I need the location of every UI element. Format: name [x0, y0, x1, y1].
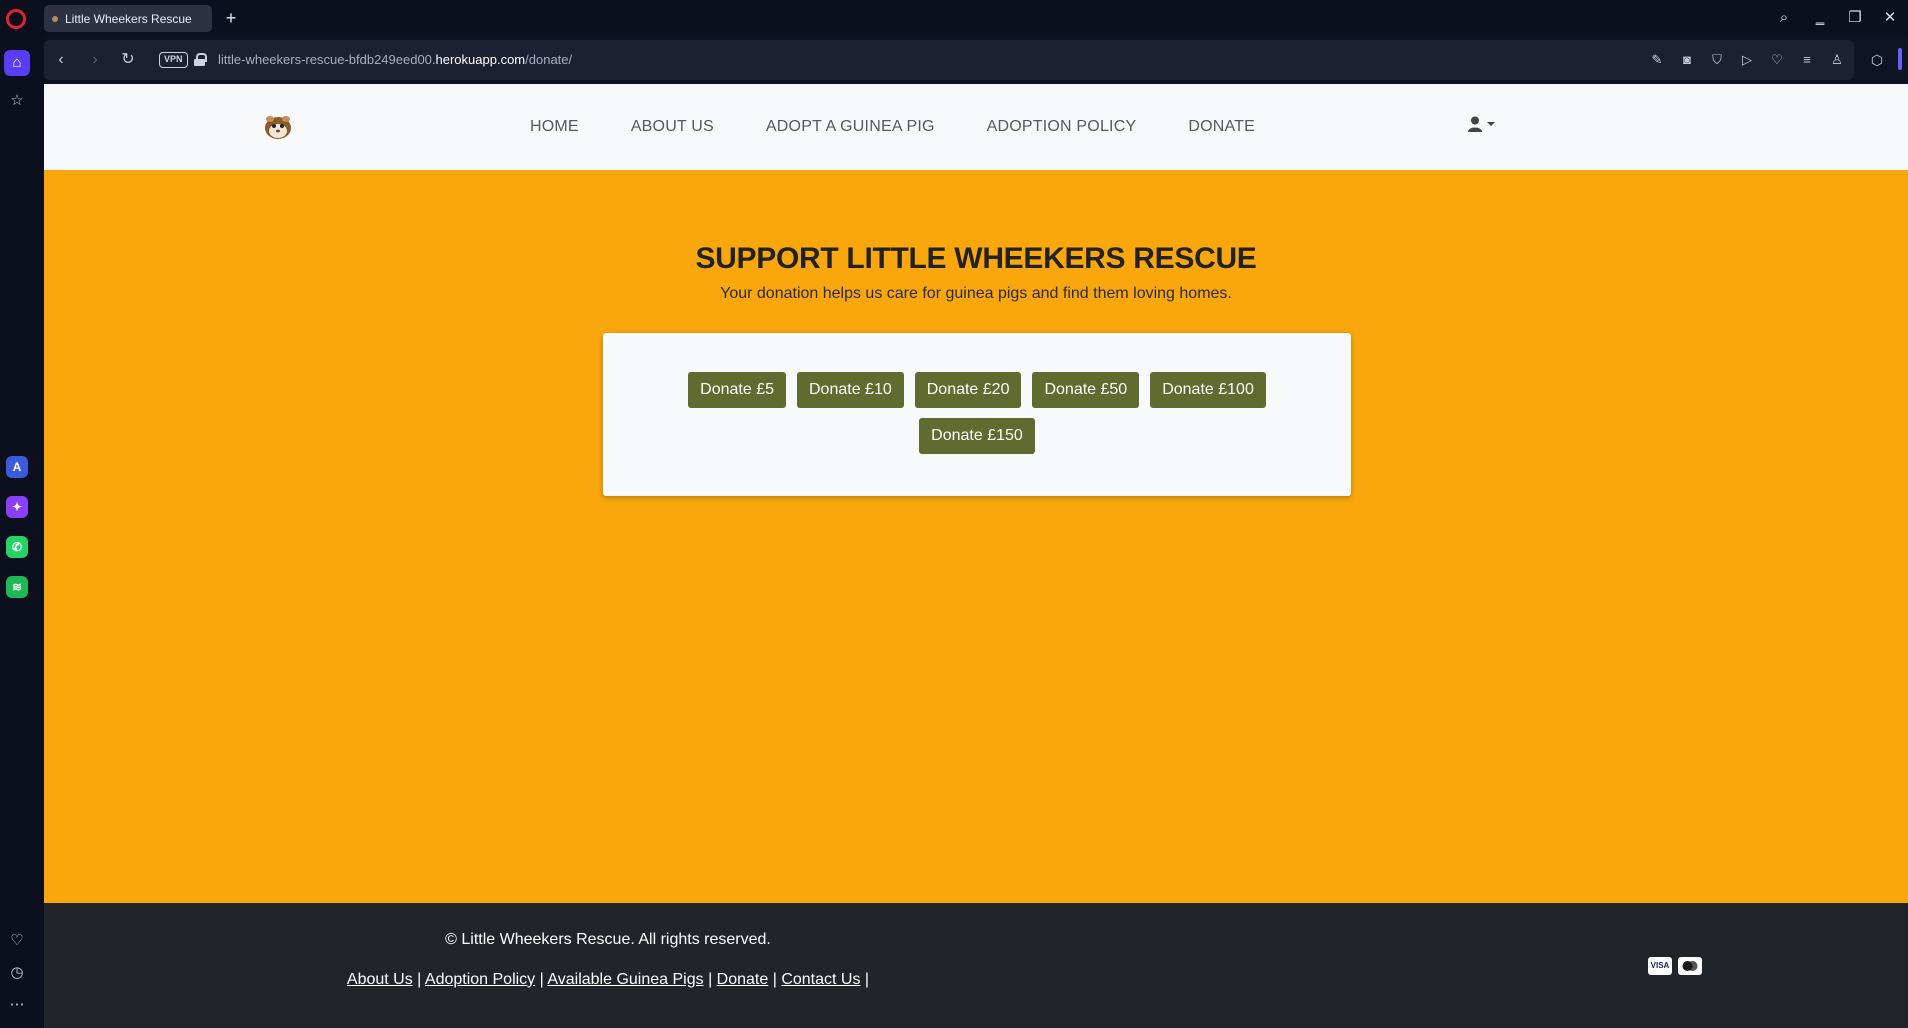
more-options-icon[interactable]: ⋯ — [4, 992, 30, 1018]
footer-link-adoption-policy[interactable]: Adoption Policy — [425, 971, 535, 988]
donate-card: Donate £5 Donate £10 Donate £20 Donate £… — [603, 333, 1351, 496]
copyright-text: © Little Wheekers Rescue. All rights res… — [445, 931, 771, 948]
vpn-badge[interactable]: VPN — [159, 52, 188, 68]
guinea-pig-favicon-icon — [52, 15, 58, 22]
footer-link-available-guinea-pigs[interactable]: Available Guinea Pigs — [547, 971, 703, 988]
footer-separator: | — [864, 971, 870, 988]
messenger-app-icon[interactable]: ✦ — [6, 496, 28, 518]
footer-links: About Us | Adoption Policy | Available G… — [44, 971, 1172, 989]
site-footer: © Little Wheekers Rescue. All rights res… — [44, 903, 1908, 1028]
footer-separator: | — [772, 971, 777, 988]
donate-100-button[interactable]: Donate £100 — [1150, 372, 1266, 408]
history-icon[interactable]: ◷ — [4, 960, 30, 986]
donate-5-button[interactable]: Donate £5 — [688, 372, 786, 408]
nav-about-us[interactable]: ABOUT US — [631, 118, 714, 136]
back-icon[interactable]: ‹ — [50, 49, 72, 71]
donate-150-button[interactable]: Donate £150 — [919, 418, 1035, 454]
url-field[interactable]: little-wheekers-rescue-bfdb249eed00.hero… — [218, 52, 572, 67]
guinea-pig-logo-icon[interactable] — [263, 110, 293, 142]
tab-title: Little Wheekers Rescue — [65, 11, 192, 26]
whatsapp-app-icon[interactable]: ✆ — [6, 536, 28, 558]
shield-icon[interactable]: ⛉ — [1708, 51, 1726, 69]
caret-down-icon — [1487, 122, 1495, 126]
nav-adoption-policy[interactable]: ADOPTION POLICY — [987, 118, 1137, 136]
minimize-icon[interactable]: ‗ — [1810, 8, 1830, 28]
footer-link-about-us[interactable]: About Us — [347, 971, 413, 988]
profile-icon[interactable]: ♙ — [1828, 51, 1846, 69]
footer-separator: | — [708, 971, 713, 988]
nav-home[interactable]: HOME — [530, 118, 579, 136]
restore-icon[interactable]: ❐ — [1845, 8, 1865, 28]
footer-link-contact-us[interactable]: Contact Us — [781, 971, 860, 988]
page-subtitle: Your donation helps us care for guinea p… — [720, 285, 1232, 302]
nav-links: HOME ABOUT US ADOPT A GUINEA PIG ADOPTIO… — [530, 84, 1307, 170]
play-icon[interactable]: ▷ — [1738, 51, 1756, 69]
menu-icon[interactable]: ≡ — [1798, 51, 1816, 69]
heart-sidebar-icon[interactable]: ♡ — [4, 928, 30, 954]
donate-button-row-2: Donate £150 — [603, 418, 1351, 454]
nav-adopt-a-guinea-pig[interactable]: ADOPT A GUINEA PIG — [766, 118, 935, 136]
browser-sidebar: ⌂ ☆ A ✦ ✆ ≋ ♡ ◷ ⋯ — [0, 36, 44, 1028]
footer-link-donate[interactable]: Donate — [717, 971, 769, 988]
page-title: SUPPORT LITTLE WHEEKERS RESCUE — [695, 242, 1257, 275]
extensions-cube-icon[interactable]: ⬡ — [1866, 49, 1888, 71]
browser-tab-bar: Little Wheekers Rescue + ⌕ ‗ ❐ ✕ — [0, 0, 1908, 36]
site-navbar: HOME ABOUT US ADOPT A GUINEA PIG ADOPTIO… — [44, 84, 1908, 170]
search-tabs-icon[interactable]: ⌕ — [1774, 8, 1794, 28]
reload-icon[interactable]: ↻ — [117, 49, 139, 71]
aria-app-icon[interactable]: A — [6, 456, 28, 478]
forward-icon[interactable]: › — [84, 49, 106, 71]
new-tab-button[interactable]: + — [220, 7, 242, 29]
user-icon — [1468, 116, 1482, 132]
close-window-icon[interactable]: ✕ — [1880, 8, 1900, 28]
footer-separator: | — [539, 971, 544, 988]
opera-logo-icon[interactable] — [6, 9, 26, 29]
donate-20-button[interactable]: Donate £20 — [914, 372, 1022, 408]
home-icon[interactable]: ⌂ — [4, 50, 30, 76]
user-dropdown[interactable] — [1468, 116, 1495, 132]
edit-icon[interactable]: ✎ — [1648, 51, 1666, 69]
address-bar: ‹ › ↻ VPN little-wheekers-rescue-bfdb249… — [44, 40, 1854, 80]
browser-tab[interactable]: Little Wheekers Rescue — [44, 5, 212, 32]
visa-icon: VISA — [1648, 957, 1672, 975]
lock-icon[interactable] — [194, 53, 207, 66]
donate-10-button[interactable]: Donate £10 — [797, 372, 904, 408]
webpage: HOME ABOUT US ADOPT A GUINEA PIG ADOPTIO… — [44, 84, 1908, 1028]
footer-separator: | — [417, 971, 422, 988]
star-icon[interactable]: ☆ — [4, 88, 30, 114]
mastercard-icon — [1678, 957, 1702, 975]
donate-50-button[interactable]: Donate £50 — [1032, 372, 1140, 408]
nav-donate[interactable]: DONATE — [1188, 118, 1255, 136]
donate-button-row: Donate £5 Donate £10 Donate £20 Donate £… — [603, 372, 1351, 408]
camera-icon[interactable]: ◙ — [1678, 51, 1696, 69]
sidebar-accent — [1898, 48, 1902, 70]
heart-icon[interactable]: ♡ — [1768, 51, 1786, 69]
spotify-app-icon[interactable]: ≋ — [6, 576, 28, 598]
payment-icons: VISA — [1648, 957, 1702, 975]
